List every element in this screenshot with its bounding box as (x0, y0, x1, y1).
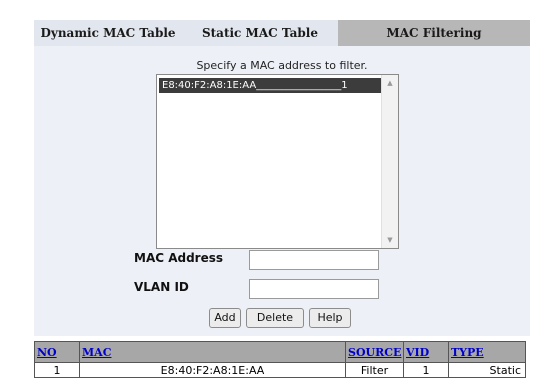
scroll-up-icon[interactable]: ▲ (382, 75, 398, 91)
delete-button[interactable]: Delete (246, 308, 304, 328)
cell-mac: E8:40:F2:A8:1E:AA (79, 362, 346, 378)
mac-filter-panel: Specify a MAC address to filter. E8:40:F… (34, 46, 530, 336)
vlan-id-input[interactable] (249, 279, 379, 299)
list-scrollbar[interactable]: ▲ ▼ (381, 75, 398, 248)
sort-mac-link[interactable]: MAC (82, 346, 111, 359)
list-item[interactable]: E8:40:F2:A8:1E:AA_________________1 (159, 78, 382, 93)
table-header-row: NO MAC SOURCE VID TYPE (34, 341, 526, 363)
vlan-id-label: VLAN ID (134, 280, 189, 294)
header-source: SOURCE (345, 341, 404, 363)
sort-source-link[interactable]: SOURCE (348, 346, 401, 359)
cell-vid: 1 (403, 362, 449, 378)
mac-filter-table: NO MAC SOURCE VID TYPE 1 E8:40:F2:A8:1E:… (34, 341, 526, 378)
add-button[interactable]: Add (209, 308, 241, 328)
sort-type-link[interactable]: TYPE (451, 346, 484, 359)
cell-type: Static (448, 362, 526, 378)
tab-dynamic-mac-table[interactable]: Dynamic MAC Table (34, 20, 182, 46)
cell-source: Filter (345, 362, 404, 378)
tab-bar: Dynamic MAC Table Static MAC Table MAC F… (34, 20, 530, 46)
tab-static-mac-table[interactable]: Static MAC Table (182, 20, 338, 46)
filter-prompt: Specify a MAC address to filter. (196, 59, 368, 72)
mac-address-input[interactable] (249, 250, 379, 270)
sort-no-link[interactable]: NO (37, 346, 57, 359)
header-no: NO (34, 341, 80, 363)
tab-mac-filtering[interactable]: MAC Filtering (338, 20, 530, 46)
mac-address-label: MAC Address (134, 251, 224, 265)
mac-filter-list[interactable]: E8:40:F2:A8:1E:AA_________________1 ▲ ▼ (156, 74, 399, 249)
header-type: TYPE (448, 341, 526, 363)
cell-no: 1 (34, 362, 80, 378)
header-vid: VID (403, 341, 449, 363)
table-row: 1 E8:40:F2:A8:1E:AA Filter 1 Static (34, 362, 526, 378)
sort-vid-link[interactable]: VID (406, 346, 429, 359)
scroll-down-icon[interactable]: ▼ (382, 232, 398, 248)
header-mac: MAC (79, 341, 346, 363)
help-button[interactable]: Help (309, 308, 351, 328)
